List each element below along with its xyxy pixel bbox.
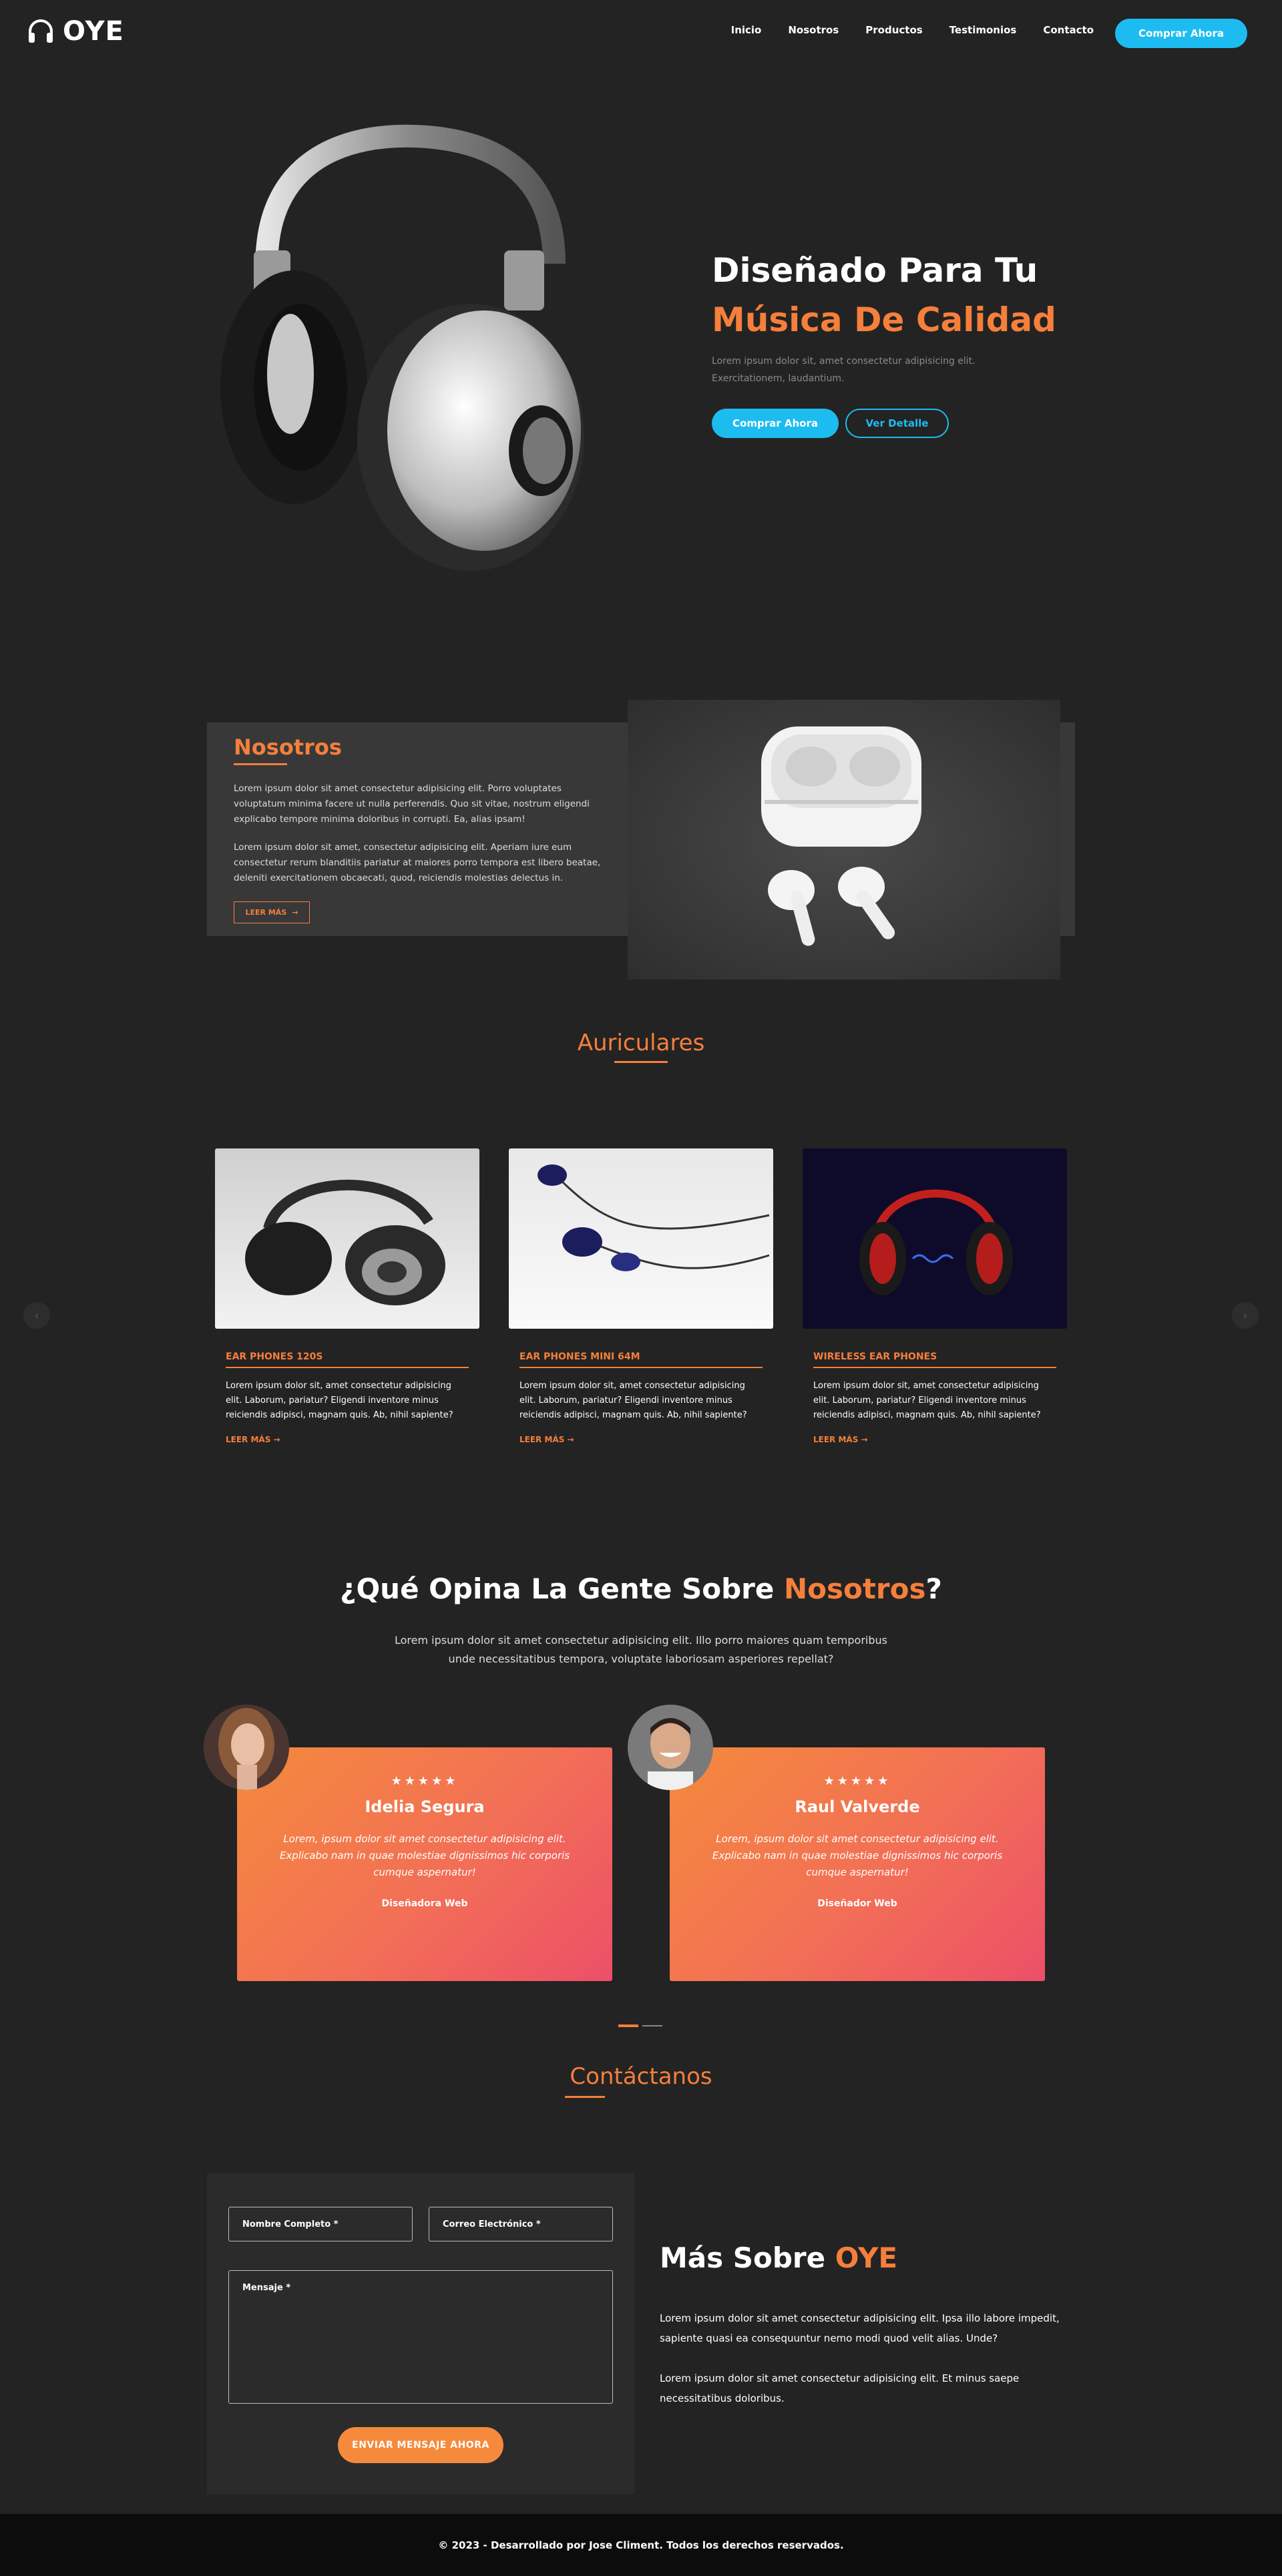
product-link-3[interactable]: LEER MÁS → bbox=[813, 1435, 1067, 1444]
testimonials-title-highlight: Nosotros bbox=[783, 1572, 926, 1605]
contact-title: Contáctanos bbox=[570, 2063, 712, 2090]
testimonial-name-2: Raul Valverde bbox=[795, 1797, 920, 1816]
more-about-title-part1: Más Sobre bbox=[660, 2241, 835, 2274]
contact-title-underline bbox=[565, 2096, 605, 2098]
logo-text: OYE bbox=[63, 16, 124, 47]
about-read-more-button[interactable]: LEER MÁS → bbox=[234, 901, 310, 923]
testimonials-title-part3: ? bbox=[925, 1572, 942, 1605]
product-link-1[interactable]: LEER MÁS → bbox=[226, 1435, 479, 1444]
about-title-underline bbox=[234, 763, 287, 765]
testimonial-role-2: Diseñador Web bbox=[817, 1898, 897, 1909]
product-divider-1 bbox=[226, 1367, 469, 1368]
about-title: Nosotros bbox=[234, 734, 342, 760]
testimonial-card-2: ★★★★★ Raul Valverde Lorem, ipsum dolor s… bbox=[670, 1747, 1045, 1981]
carousel-next-button[interactable]: › bbox=[1232, 1302, 1259, 1329]
main-menu: Inicio Nosotros Productos Testimonios Co… bbox=[731, 24, 1094, 36]
name-field[interactable]: Nombre Completo * bbox=[228, 2207, 413, 2241]
product-image-2 bbox=[509, 1148, 773, 1329]
product-title-3: WIRELESS EAR PHONES bbox=[813, 1351, 937, 1362]
testimonial-quote-1: Lorem, ipsum dolor sit amet consectetur … bbox=[279, 1833, 570, 1878]
chevron-left-icon: ‹ bbox=[34, 1308, 39, 1323]
hero-title-line2: Música De Calidad bbox=[712, 300, 1056, 339]
product-card-3: WIRELESS EAR PHONES Lorem ipsum dolor si… bbox=[803, 1148, 1067, 1444]
product-title-2: EAR PHONES MINI 64M bbox=[519, 1351, 640, 1362]
hero-buy-button[interactable]: Comprar Ahora bbox=[712, 409, 839, 438]
product-link-label-1: LEER MÁS bbox=[226, 1435, 271, 1444]
testimonials-subtitle: Lorem ipsum dolor sit amet consectetur a… bbox=[394, 1634, 887, 1665]
logo[interactable]: OYE bbox=[27, 16, 124, 47]
testimonial-card-1: ★★★★★ Idelia Segura Lorem, ipsum dolor s… bbox=[237, 1747, 612, 1981]
rating-stars-icon: ★★★★★ bbox=[391, 1774, 459, 1788]
arrow-right-icon: → bbox=[273, 1435, 280, 1444]
chevron-right-icon: › bbox=[1243, 1308, 1248, 1323]
nav-buy-button[interactable]: Comprar Ahora bbox=[1115, 19, 1247, 48]
about-airpods-image bbox=[628, 700, 1060, 980]
more-about-paragraph-2: Lorem ipsum dolor sit amet consectetur a… bbox=[660, 2372, 1020, 2404]
product-link-label-3: LEER MÁS bbox=[813, 1435, 859, 1444]
testimonials-title: ¿Qué Opina La Gente Sobre Nosotros? bbox=[0, 1572, 1282, 1605]
testimonial-quote-2: Lorem, ipsum dolor sit amet consectetur … bbox=[712, 1833, 1003, 1878]
avatar bbox=[628, 1705, 713, 1790]
arrow-right-icon: → bbox=[861, 1435, 868, 1444]
product-text-1: Lorem ipsum dolor sit, amet consectetur … bbox=[226, 1381, 453, 1420]
products-title-underline bbox=[614, 1061, 668, 1063]
arrow-right-icon: → bbox=[292, 908, 298, 917]
testimonial-role-1: Diseñadora Web bbox=[381, 1898, 468, 1909]
product-divider-2 bbox=[519, 1367, 763, 1368]
hero-title-line1: Diseñado Para Tu bbox=[712, 251, 1038, 290]
product-card-1: EAR PHONES 120S Lorem ipsum dolor sit, a… bbox=[215, 1148, 479, 1444]
about-read-more-label: LEER MÁS bbox=[245, 908, 287, 917]
product-title-1: EAR PHONES 120S bbox=[226, 1351, 323, 1362]
headphones-icon bbox=[29, 19, 53, 43]
footer: © 2023 - Desarrollado por Jose Climent. … bbox=[0, 2514, 1282, 2576]
about-paragraph-2: Lorem ipsum dolor sit amet, consectetur … bbox=[234, 842, 601, 883]
hero-detail-button[interactable]: Ver Detalle bbox=[845, 409, 949, 438]
products-title: Auriculares bbox=[577, 1030, 705, 1056]
menu-item-contacto[interactable]: Contacto bbox=[1043, 24, 1094, 36]
message-field[interactable]: Mensaje * bbox=[228, 2270, 613, 2404]
menu-item-testimonios[interactable]: Testimonios bbox=[949, 24, 1017, 36]
menu-item-productos[interactable]: Productos bbox=[865, 24, 922, 36]
more-about-title: Más Sobre OYE bbox=[660, 2241, 897, 2274]
carousel-prev-button[interactable]: ‹ bbox=[23, 1302, 50, 1329]
menu-item-inicio[interactable]: Inicio bbox=[731, 24, 762, 36]
product-text-2: Lorem ipsum dolor sit, amet consectetur … bbox=[519, 1381, 747, 1420]
submit-button[interactable]: ENVIAR MENSAJE AHORA bbox=[338, 2427, 503, 2463]
top-navbar: OYE Inicio Nosotros Productos Testimonio… bbox=[0, 0, 1282, 65]
product-link-2[interactable]: LEER MÁS → bbox=[519, 1435, 773, 1444]
more-about-paragraph-1: Lorem ipsum dolor sit amet consectetur a… bbox=[660, 2312, 1060, 2344]
testimonials-title-part1: ¿Qué Opina La Gente Sobre bbox=[340, 1572, 784, 1605]
product-link-label-2: LEER MÁS bbox=[519, 1435, 565, 1444]
product-image-3 bbox=[803, 1148, 1067, 1329]
carousel-dot[interactable] bbox=[642, 2025, 662, 2026]
footer-copyright: © 2023 - Desarrollado por Jose Climent. … bbox=[438, 2539, 844, 2551]
product-text-3: Lorem ipsum dolor sit, amet consectetur … bbox=[813, 1381, 1041, 1420]
about-paragraph-1: Lorem ipsum dolor sit amet consectetur a… bbox=[234, 783, 590, 825]
more-about-title-brand: OYE bbox=[835, 2241, 898, 2274]
menu-item-nosotros[interactable]: Nosotros bbox=[788, 24, 839, 36]
avatar bbox=[204, 1705, 289, 1790]
carousel-dot-active[interactable] bbox=[618, 2024, 638, 2027]
product-card-2: EAR PHONES MINI 64M Lorem ipsum dolor si… bbox=[509, 1148, 773, 1444]
rating-stars-icon: ★★★★★ bbox=[823, 1774, 891, 1788]
email-field[interactable]: Correo Electrónico * bbox=[429, 2207, 613, 2241]
testimonial-name-1: Idelia Segura bbox=[365, 1797, 485, 1816]
product-divider-3 bbox=[813, 1367, 1056, 1368]
hero-description: Lorem ipsum dolor sit, amet consectetur … bbox=[712, 356, 976, 384]
hero-headphones-image bbox=[207, 124, 601, 574]
product-image-1 bbox=[215, 1148, 479, 1329]
arrow-right-icon: → bbox=[567, 1435, 574, 1444]
